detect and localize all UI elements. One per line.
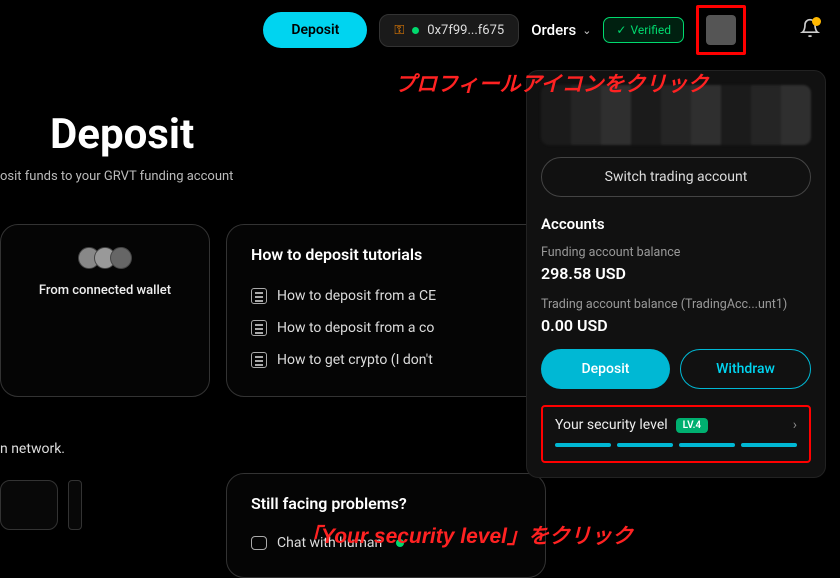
wallet-address-text: 0x7f99...f675 [427, 23, 504, 38]
chat-icon [251, 536, 267, 550]
switch-account-button[interactable]: Switch trading account [541, 157, 811, 197]
tutorial-link-0[interactable]: How to deposit from a CE [251, 280, 521, 312]
partial-card-left-2 [68, 480, 82, 530]
accounts-heading: Accounts [541, 215, 811, 233]
check-icon: ✓ [616, 23, 626, 37]
dropdown-withdraw-button[interactable]: Withdraw [680, 349, 811, 389]
wallet-address-chip[interactable]: ⚿ 0x7f99...f675 [379, 14, 519, 47]
level-badge: LV.4 [676, 418, 708, 433]
coin-stack-icon [78, 247, 132, 269]
profile-avatar[interactable] [706, 15, 736, 45]
orders-label: Orders [531, 21, 576, 39]
partial-card-left [0, 480, 58, 530]
problems-title: Still facing problems? [251, 494, 521, 513]
app-header: Deposit ⚿ 0x7f99...f675 Orders ⌄ ✓ Verif… [0, 0, 840, 60]
tutorial-link-2[interactable]: How to get crypto (I don't [251, 344, 521, 376]
tutorials-card: How to deposit tutorials How to deposit … [226, 224, 546, 397]
verified-badge: ✓ Verified [603, 17, 684, 43]
annotation-profile-click: プロフィールアイコンをクリック [395, 68, 709, 98]
security-level-row[interactable]: Your security level LV.4 › [541, 405, 811, 463]
tutorials-title: How to deposit tutorials [251, 245, 521, 264]
security-level-label: Your security level [555, 417, 668, 433]
profile-avatar-highlight [696, 5, 746, 55]
key-icon: ⚿ [394, 23, 404, 38]
notif-badge-icon [812, 17, 821, 26]
chevron-right-icon: › [793, 417, 797, 433]
status-dot-icon [412, 27, 419, 34]
chevron-down-icon: ⌄ [582, 24, 591, 37]
deposit-button[interactable]: Deposit [263, 12, 367, 48]
tutorial-link-1[interactable]: How to deposit from a co [251, 312, 521, 344]
verified-text: Verified [630, 23, 671, 37]
notifications-bell[interactable] [800, 18, 820, 43]
document-icon [251, 352, 267, 368]
wallet-card-desc: From connected wallet [17, 283, 193, 298]
document-icon [251, 288, 267, 304]
funding-balance-value: 298.58 USD [541, 264, 811, 283]
orders-nav[interactable]: Orders ⌄ [531, 21, 591, 39]
profile-dropdown: Switch trading account Accounts Funding … [526, 70, 826, 478]
security-progress [555, 443, 797, 447]
trading-balance-value: 0.00 USD [541, 316, 811, 335]
funding-balance-label: Funding account balance [541, 245, 811, 260]
document-icon [251, 320, 267, 336]
trading-balance-label: Trading account balance (TradingAcc...un… [541, 297, 811, 312]
dropdown-deposit-button[interactable]: Deposit [541, 349, 670, 389]
annotation-security-click: 「Your security level」をクリック [300, 520, 633, 550]
from-wallet-card[interactable]: From connected wallet [0, 224, 210, 397]
